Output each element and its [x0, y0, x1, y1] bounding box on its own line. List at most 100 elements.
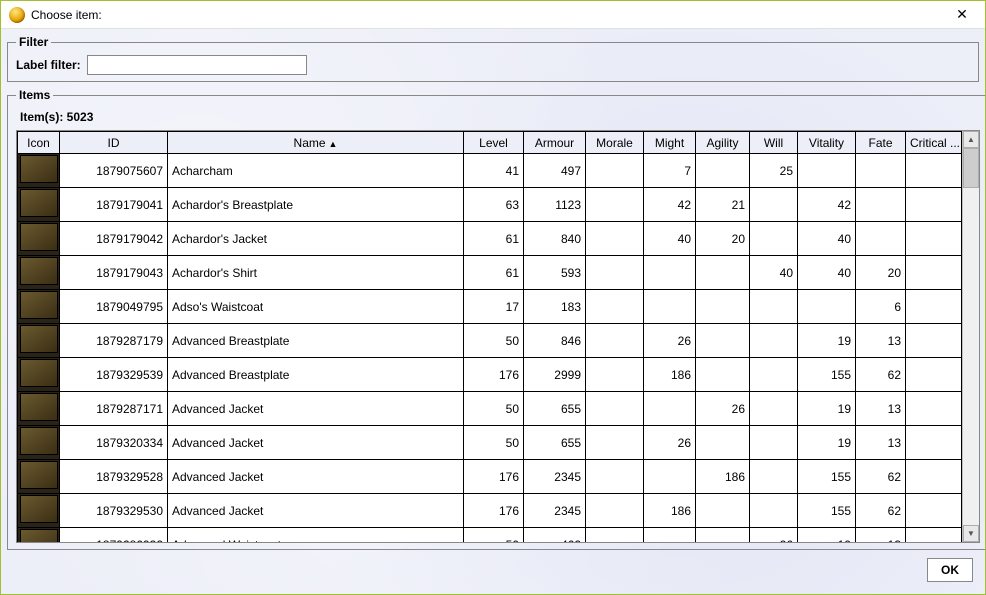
col-name[interactable]: Name▲ [168, 132, 464, 154]
cell-crit [906, 188, 962, 222]
cell-fate: 62 [856, 494, 906, 528]
cell-might [644, 392, 696, 426]
cell-crit [906, 426, 962, 460]
cell-armour: 846 [524, 324, 586, 358]
col-level[interactable]: Level [464, 132, 524, 154]
table-row[interactable]: 1879287179Advanced Breastplate5084626191… [18, 324, 962, 358]
content-area: Filter Label filter: Items Item(s): 5023… [1, 29, 985, 594]
cell-vitality: 19 [798, 426, 856, 460]
cell-morale [586, 290, 644, 324]
col-crit[interactable]: Critical ... [906, 132, 962, 154]
cell-level: 176 [464, 460, 524, 494]
item-icon-cell [18, 358, 60, 392]
cell-morale [586, 324, 644, 358]
cell-might: 42 [644, 188, 696, 222]
label-filter-input[interactable] [87, 55, 307, 75]
cell-agility: 20 [696, 222, 750, 256]
cell-agility: 26 [696, 392, 750, 426]
cell-crit [906, 392, 962, 426]
titlebar: Choose item: ✕ [1, 1, 985, 29]
cell-id: 1879320334 [60, 426, 168, 460]
ok-button[interactable]: OK [927, 558, 973, 582]
table-row[interactable]: 1879179043Achardor's Shirt61593404020 [18, 256, 962, 290]
col-icon[interactable]: Icon [18, 132, 60, 154]
cell-might [644, 256, 696, 290]
cell-agility [696, 290, 750, 324]
cell-will: 40 [750, 256, 798, 290]
cell-will [750, 324, 798, 358]
items-count: Item(s): 5023 [20, 110, 980, 124]
table-row[interactable]: 1879287171Advanced Jacket50655261913 [18, 392, 962, 426]
cell-will: 25 [750, 154, 798, 188]
col-fate[interactable]: Fate [856, 132, 906, 154]
scroll-track[interactable] [963, 148, 979, 525]
cell-name: Achardor's Breastplate [168, 188, 464, 222]
cell-might: 186 [644, 494, 696, 528]
item-icon-cell [18, 154, 60, 188]
col-vitality[interactable]: Vitality [798, 132, 856, 154]
vertical-scrollbar[interactable]: ▲ ▼ [962, 131, 979, 542]
item-icon [20, 325, 58, 353]
cell-name: Advanced Jacket [168, 392, 464, 426]
cell-armour: 2345 [524, 460, 586, 494]
cell-vitality [798, 154, 856, 188]
items-fieldset: Items Item(s): 5023 Icon ID Name▲ [7, 88, 985, 550]
cell-morale [586, 188, 644, 222]
col-agility[interactable]: Agility [696, 132, 750, 154]
cell-level: 50 [464, 324, 524, 358]
cell-armour: 183 [524, 290, 586, 324]
cell-name: Achardor's Jacket [168, 222, 464, 256]
table-row[interactable]: 1879179042Achardor's Jacket61840402040 [18, 222, 962, 256]
col-will[interactable]: Will [750, 132, 798, 154]
scroll-down-button[interactable]: ▼ [963, 525, 979, 542]
cell-name: Advanced Jacket [168, 460, 464, 494]
cell-fate: 13 [856, 426, 906, 460]
table-row[interactable]: 1879329539Advanced Breastplate1762999186… [18, 358, 962, 392]
cell-vitality: 19 [798, 528, 856, 543]
table-row[interactable]: 1879329530Advanced Jacket176234518615562 [18, 494, 962, 528]
cell-might: 7 [644, 154, 696, 188]
table-row[interactable]: 1879320334Advanced Jacket50655261913 [18, 426, 962, 460]
close-icon[interactable]: ✕ [947, 3, 977, 27]
table-row[interactable]: 1879179041Achardor's Breastplate63112342… [18, 188, 962, 222]
table-row[interactable]: 1879075607Acharcham41497725 [18, 154, 962, 188]
col-morale[interactable]: Morale [586, 132, 644, 154]
cell-vitality: 42 [798, 188, 856, 222]
col-might[interactable]: Might [644, 132, 696, 154]
cell-morale [586, 358, 644, 392]
table-row[interactable]: 1879049795Adso's Waistcoat171836 [18, 290, 962, 324]
scroll-up-button[interactable]: ▲ [963, 131, 979, 148]
cell-level: 63 [464, 188, 524, 222]
item-icon-cell [18, 426, 60, 460]
col-armour[interactable]: Armour [524, 132, 586, 154]
cell-might: 26 [644, 324, 696, 358]
cell-id: 1879329530 [60, 494, 168, 528]
item-icon-cell [18, 324, 60, 358]
item-icon [20, 461, 58, 489]
item-icon-cell [18, 256, 60, 290]
scroll-thumb[interactable] [963, 148, 979, 188]
item-icon-cell [18, 460, 60, 494]
cell-might: 186 [644, 358, 696, 392]
cell-fate: 62 [856, 358, 906, 392]
cell-will [750, 460, 798, 494]
cell-will [750, 188, 798, 222]
cell-crit [906, 290, 962, 324]
cell-fate [856, 222, 906, 256]
cell-armour: 1123 [524, 188, 586, 222]
cell-fate: 6 [856, 290, 906, 324]
cell-level: 61 [464, 256, 524, 290]
cell-might [644, 290, 696, 324]
cell-armour: 655 [524, 426, 586, 460]
item-icon [20, 155, 58, 183]
cell-name: Adso's Waistcoat [168, 290, 464, 324]
col-id[interactable]: ID [60, 132, 168, 154]
cell-id: 1879329539 [60, 358, 168, 392]
table-row[interactable]: 1879286932Advanced Waistcoat50462261913 [18, 528, 962, 543]
item-icon [20, 393, 58, 421]
cell-fate [856, 154, 906, 188]
cell-id: 1879287179 [60, 324, 168, 358]
cell-agility [696, 256, 750, 290]
table-row[interactable]: 1879329528Advanced Jacket176234518615562 [18, 460, 962, 494]
cell-morale [586, 154, 644, 188]
